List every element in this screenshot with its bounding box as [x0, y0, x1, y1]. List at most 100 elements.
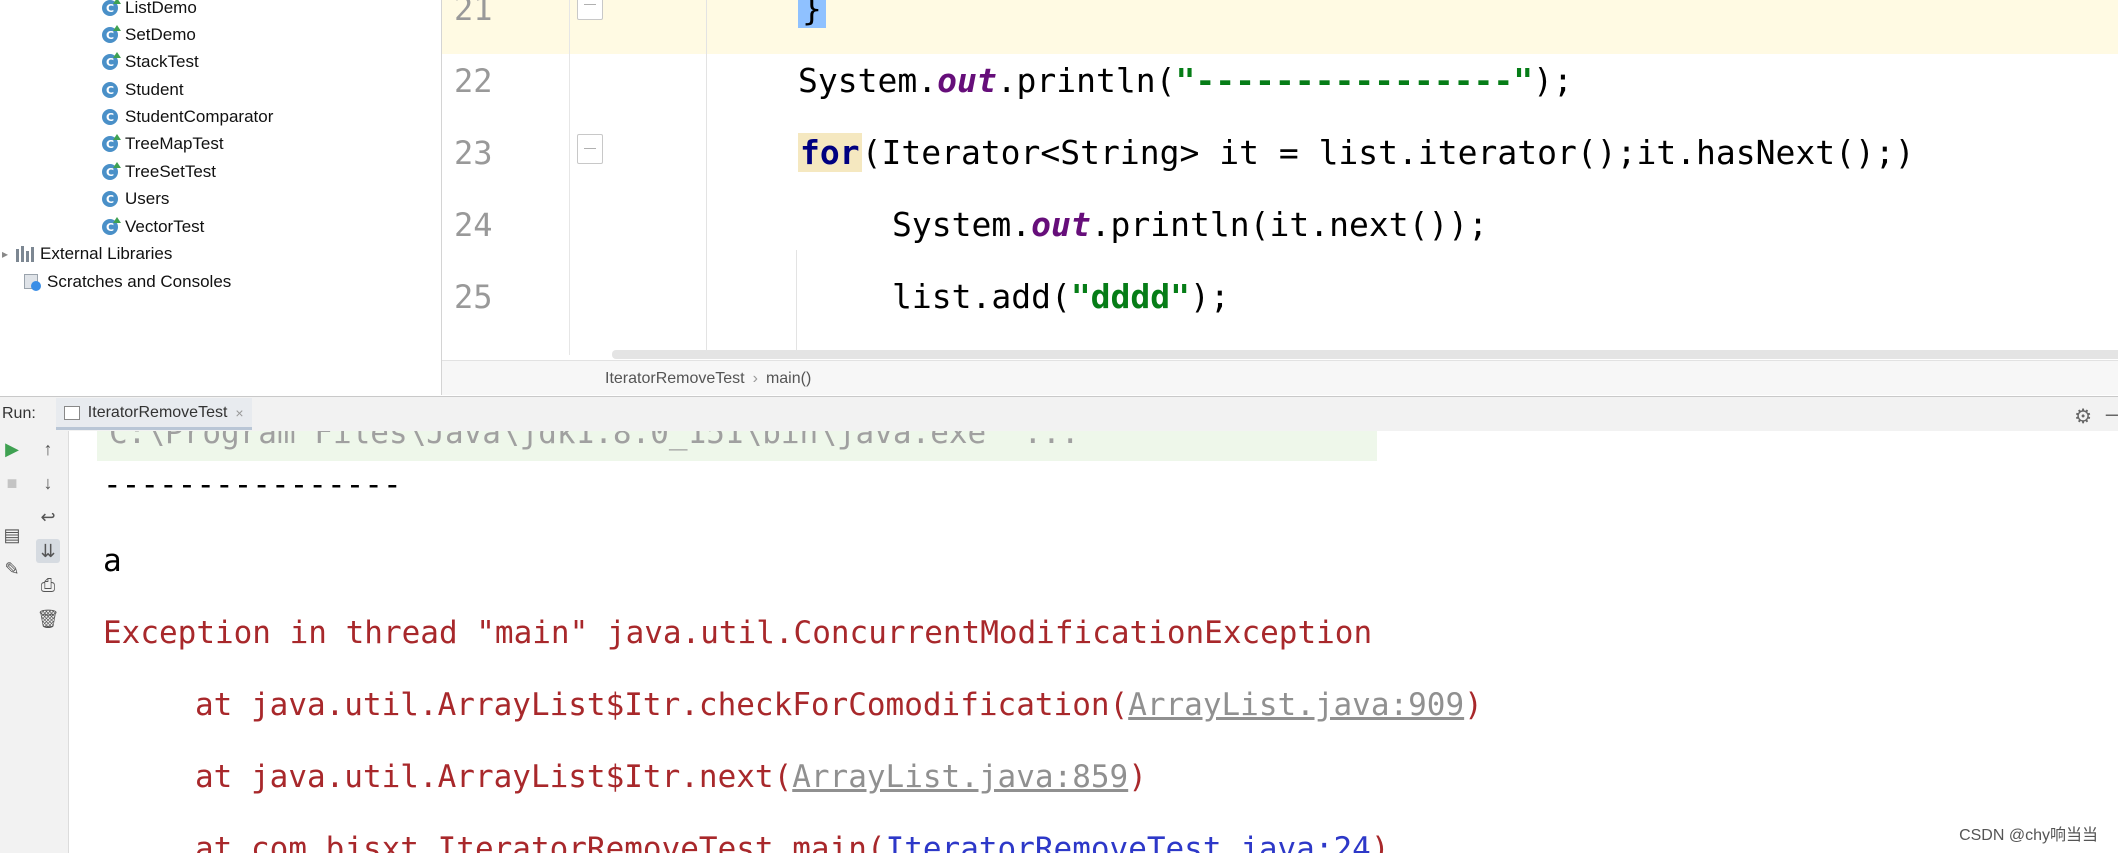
- fold-marker-icon[interactable]: [577, 134, 603, 164]
- stop-icon[interactable]: ■: [0, 471, 24, 495]
- stack-trace-prefix: at com.bjsxt.IteratorRemoveTest.main(: [195, 831, 886, 853]
- tree-item-label: VectorTest: [125, 217, 205, 236]
- line-number: 23: [454, 134, 493, 172]
- stack-trace-line: at com.bjsxt.IteratorRemoveTest.main(Ite…: [195, 831, 1390, 853]
- stack-trace-prefix: at java.util.ArrayList$Itr.checkForComod…: [195, 687, 1129, 723]
- stack-trace-line: at java.util.ArrayList$Itr.next(ArrayLis…: [195, 759, 1147, 795]
- trash-icon[interactable]: 🗑: [36, 607, 60, 631]
- tree-item-vectortest[interactable]: C VectorTest: [102, 214, 204, 240]
- code-line-21[interactable]: 21 }: [442, 0, 2118, 54]
- watermark: CSDN @chy响当当: [1955, 819, 2102, 847]
- tree-item-label: ListDemo: [125, 0, 197, 17]
- arrow-down-icon[interactable]: ↓: [36, 471, 60, 495]
- tree-item-label: TreeSetTest: [125, 162, 217, 181]
- pin-icon[interactable]: ✎: [0, 557, 24, 581]
- minimize-icon[interactable]: –: [2106, 401, 2118, 427]
- class-icon: C: [102, 217, 121, 235]
- class-icon: C: [102, 134, 121, 152]
- run-tab[interactable]: IteratorRemoveTest ×: [55, 398, 252, 430]
- code-token: (Iterator<String> it = list.iterator();i…: [861, 133, 1915, 172]
- breadcrumb-class[interactable]: IteratorRemoveTest: [605, 370, 745, 388]
- rerun-icon[interactable]: ▶: [0, 437, 24, 461]
- run-label: Run:: [2, 405, 36, 422]
- arrow-up-icon[interactable]: ↑: [36, 437, 60, 461]
- class-icon: C: [102, 191, 118, 207]
- code-text: list.add("dddd");: [892, 270, 1230, 342]
- line-number: 25: [454, 278, 493, 316]
- code-text: for(Iterator<String> it = list.iterator(…: [798, 126, 1915, 198]
- code-line-24[interactable]: 24 System.out.println(it.next());: [442, 198, 2118, 270]
- code-token: System.: [798, 61, 938, 100]
- breadcrumb-method[interactable]: main(): [766, 370, 811, 388]
- project-tree: C ListDemo C SetDemo C StackTest C Stude…: [0, 0, 442, 395]
- stack-trace-line: at java.util.ArrayList$Itr.checkForComod…: [195, 687, 1483, 723]
- stack-trace-suffix: ): [1464, 687, 1483, 723]
- class-icon: C: [102, 162, 121, 180]
- code-token-field: out: [1031, 205, 1091, 244]
- chevron-right-icon[interactable]: ▸: [2, 247, 8, 261]
- code-token-keyword: for: [798, 133, 862, 172]
- code-token: .println(: [996, 61, 1176, 100]
- tree-item-label: Student: [125, 80, 184, 99]
- indent-guide: [706, 0, 707, 355]
- print-icon[interactable]: ⎙: [36, 573, 60, 597]
- code-text: System.out.println(it.next());: [892, 198, 1488, 270]
- code-line-23[interactable]: 23 for(Iterator<String> it = list.iterat…: [442, 126, 2118, 198]
- tree-item-label: StackTest: [125, 52, 199, 71]
- stack-trace-link[interactable]: ArrayList.java:909: [1128, 687, 1464, 723]
- tree-item-listdemo[interactable]: C ListDemo: [102, 0, 197, 21]
- tree-item-users[interactable]: C Users: [102, 186, 169, 212]
- console-exception-line: Exception in thread "main" java.util.Con…: [103, 615, 1373, 651]
- code-token-string: "----------------": [1175, 61, 1534, 100]
- tree-item-treesettest[interactable]: C TreeSetTest: [102, 159, 216, 185]
- layout-icon[interactable]: ▤: [0, 523, 24, 547]
- tree-item-external-libraries[interactable]: ▸ External Libraries: [2, 241, 172, 267]
- console-separator: ----------------: [103, 467, 402, 503]
- tree-item-label: Users: [125, 189, 170, 208]
- console-command-line: C:\Program Files\Java\jdk1.8.0_151\bin\j…: [109, 431, 1080, 451]
- horizontal-scrollbar[interactable]: [612, 350, 2118, 359]
- code-token-string: "dddd": [1070, 277, 1191, 316]
- run-tab-label: IteratorRemoveTest: [87, 403, 228, 421]
- soft-wrap-icon[interactable]: ↩: [36, 505, 60, 529]
- stack-trace-link[interactable]: IteratorRemoveTest.java:24: [886, 831, 1371, 853]
- stack-trace-prefix: at java.util.ArrayList$Itr.next(: [195, 759, 793, 795]
- line-number: 24: [454, 206, 493, 244]
- code-token: .println(it.next());: [1090, 205, 1489, 244]
- stack-trace-link[interactable]: ArrayList.java:859: [792, 759, 1128, 795]
- code-token: );: [1190, 277, 1230, 316]
- tree-item-label: StudentComparator: [125, 107, 274, 126]
- gear-icon[interactable]: ⚙: [2074, 404, 2092, 429]
- stack-trace-suffix: ): [1128, 759, 1147, 795]
- class-icon: C: [102, 25, 121, 43]
- tree-item-studentcomparator[interactable]: C StudentComparator: [102, 104, 273, 130]
- close-icon[interactable]: ×: [235, 405, 243, 421]
- tree-item-scratches[interactable]: Scratches and Consoles: [24, 269, 231, 295]
- tree-item-label: SetDemo: [125, 25, 196, 44]
- code-token: System.: [892, 205, 1032, 244]
- code-line-25[interactable]: 25 list.add("dddd");: [442, 270, 2118, 342]
- line-number: 22: [454, 62, 493, 100]
- tree-item-label: TreeMapTest: [125, 134, 224, 153]
- console-tab-icon: [63, 405, 80, 420]
- scroll-to-end-icon[interactable]: ⇊: [36, 539, 60, 563]
- class-icon: C: [102, 0, 121, 16]
- line-number: 21: [454, 0, 493, 28]
- fold-marker-icon[interactable]: [577, 0, 603, 20]
- run-toolbar: ▶ ↑ ■ ↓ ↩ ▤ ⇊ ✎ ⎙ 🗑: [0, 431, 69, 853]
- gutter-separator: [569, 0, 570, 355]
- matched-brace: }: [798, 0, 826, 28]
- code-text: System.out.println("----------------");: [798, 54, 1573, 126]
- code-token: );: [1533, 61, 1573, 100]
- console-output-line: a: [103, 543, 122, 579]
- code-editor[interactable]: 21 } 22 System.out.println("------------…: [442, 0, 2118, 395]
- tree-item-stacktest[interactable]: C StackTest: [102, 49, 199, 75]
- tree-item-student[interactable]: C Student: [102, 77, 184, 103]
- run-panel-header: Run: IteratorRemoveTest × ⚙ –: [0, 396, 2118, 432]
- code-line-22[interactable]: 22 System.out.println("----------------"…: [442, 54, 2118, 126]
- indent-guide: [796, 250, 797, 355]
- tree-item-setdemo[interactable]: C SetDemo: [102, 22, 196, 48]
- tree-item-treemaptest[interactable]: C TreeMapTest: [102, 131, 224, 157]
- scratches-icon: [24, 273, 41, 291]
- console-output[interactable]: C:\Program Files\Java\jdk1.8.0_151\bin\j…: [69, 431, 2118, 853]
